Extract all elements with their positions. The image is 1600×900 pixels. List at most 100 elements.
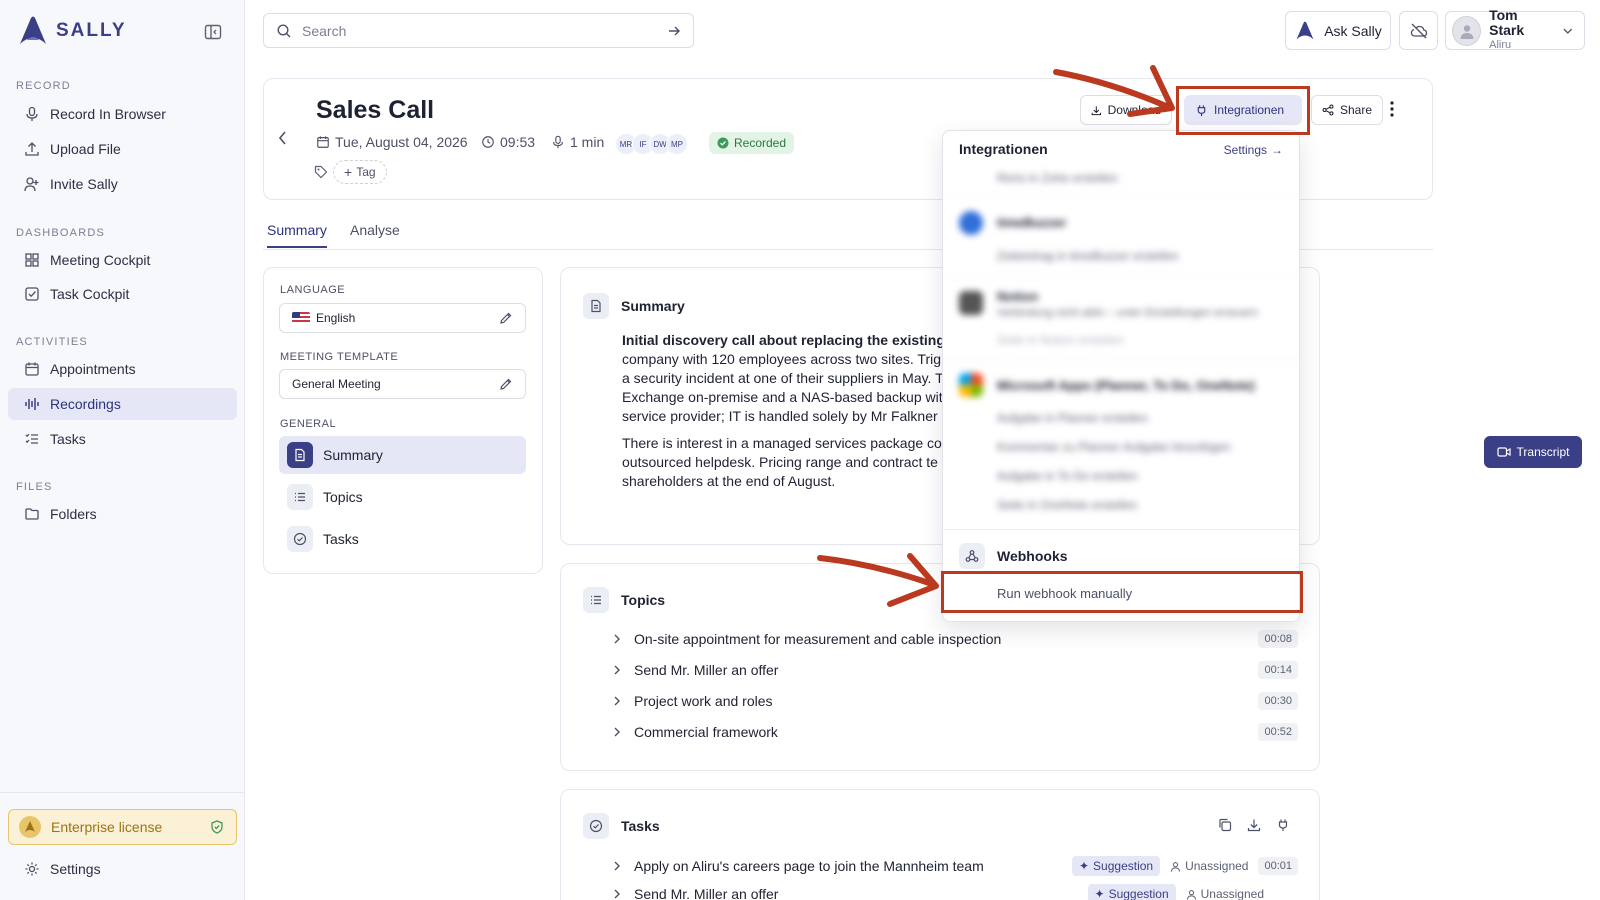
app-name: SALLY [56,20,127,41]
task-timestamp[interactable]: 00:01 [1258,857,1298,875]
highlight-box-integrations [1176,86,1310,135]
microsoft-icon [959,373,983,397]
sidebar-item-meeting-cockpit[interactable]: Meeting Cockpit [8,244,237,276]
section-label-activities: ACTIVITIES [16,336,88,348]
share-button[interactable]: Share [1311,95,1383,125]
pencil-icon[interactable] [499,377,513,391]
plus-icon: + [344,164,353,180]
integration-group-name: timeBuzzer [997,215,1067,230]
user-company: Aliru [1489,39,1512,51]
tab-analyse[interactable]: Analyse [350,222,400,246]
integration-action[interactable]: Aufgabe in Planner erstellen [997,411,1148,425]
divider [943,529,1299,530]
search-input[interactable] [302,22,657,39]
sidebar-item-upload-file[interactable]: Upload File [8,133,237,165]
chevron-right-icon [614,861,620,871]
sidebar-item-appointments[interactable]: Appointments [8,353,237,385]
topic-label: Send Mr. Miller an offer [634,662,779,678]
divider [943,195,1299,196]
topic-row[interactable]: Send Mr. Miller an offer 00:14 [612,658,1298,682]
sidebar-item-tasks[interactable]: Tasks [8,423,237,455]
sidebar-item-folders[interactable]: Folders [8,498,237,530]
summary-line: company with 120 employees across two si… [622,351,942,367]
app-logo[interactable]: SALLY [16,14,127,48]
divider [943,361,1299,362]
assignee[interactable]: Unassigned [1186,887,1264,900]
topic-timestamp[interactable]: 00:52 [1258,723,1298,741]
transcript-button[interactable]: Transcript [1484,436,1582,468]
cloud-off-button[interactable] [1399,11,1438,50]
participant-avatars[interactable]: MR IF DW MP [615,133,688,155]
integration-action[interactable]: Seite in OneNote erstellen [997,498,1137,512]
language-value: English [316,311,356,325]
search-bar[interactable] [263,13,694,48]
sidebar-item-record-in-browser[interactable]: Record In Browser [8,98,237,130]
sidebar-item-invite-sally[interactable]: Invite Sally [8,168,237,200]
tasks-card-title: Tasks [621,818,660,834]
ask-sally-button[interactable]: Ask Sally [1285,11,1391,50]
integration-action[interactable]: Kommentar zu Planner-Aufgabe hinzufügen [997,440,1230,454]
ask-sally-label: Ask Sally [1324,22,1382,39]
topic-timestamp[interactable]: 00:14 [1258,661,1298,679]
assignee-label: Unassigned [1200,887,1264,900]
language-select[interactable]: English [279,303,526,333]
section-nav-topics[interactable]: Topics [279,478,526,516]
arrow-right-icon[interactable] [667,24,681,38]
plug-icon[interactable] [1276,818,1290,832]
topic-row[interactable]: Commercial framework 00:52 [612,720,1298,744]
section-nav-summary[interactable]: Summary [279,436,526,474]
topics-card-header: Topics [583,587,665,613]
topic-row[interactable]: Project work and roles 00:30 [612,689,1298,713]
integration-action[interactable]: Zeiteintrag in timeBuzzer erstellen [997,249,1178,263]
topic-row[interactable]: On-site appointment for measurement and … [612,627,1298,651]
user-icon [1186,889,1196,900]
user-icon [1460,24,1474,39]
assignee[interactable]: Unassigned [1170,859,1248,873]
sidebar-item-label: Settings [50,861,101,877]
chevron-down-icon [1563,28,1573,34]
integrations-dropdown: Integrationen Settings → Rerio in Zohe e… [942,130,1300,622]
task-row[interactable]: Send Mr. Miller an offer ✦ Suggestion Una… [612,882,1298,900]
more-vertical-icon[interactable] [1386,99,1398,119]
add-tag-button[interactable]: + Tag [333,160,387,184]
task-label: Send Mr. Miller an offer [634,886,779,900]
summary-paragraph: There is interest in a managed services … [622,434,942,491]
back-chevron-icon[interactable] [277,130,289,146]
topic-timestamp[interactable]: 00:30 [1258,692,1298,710]
integration-action[interactable]: Rerio in Zohe erstellen [997,171,1118,185]
sidebar-item-task-cockpit[interactable]: Task Cockpit [8,278,237,310]
template-select[interactable]: General Meeting [279,369,526,399]
list-icon [287,484,313,510]
enterprise-license-badge[interactable]: Enterprise license [8,809,237,845]
chevron-right-icon [614,696,620,706]
download-icon[interactable] [1247,818,1261,832]
summary-card-header: Summary [583,293,685,319]
sidebar-item-label: Meeting Cockpit [50,252,151,268]
tasks-card-header: Tasks [583,813,660,839]
sidebar-collapse-icon[interactable] [204,24,222,40]
transcript-label: Transcript [1516,445,1570,459]
checklist-icon [25,433,38,444]
calendar-icon [317,136,329,148]
check-circle-icon [287,526,313,552]
sidebar: SALLY RECORD Record In Browser Upload Fi… [0,0,245,900]
dropdown-settings-link[interactable]: Settings → [1224,143,1283,157]
summary-line: There is interest in a managed services … [622,435,942,451]
integration-action[interactable]: Seite in Notion erstellen [997,333,1124,347]
section-label-record: RECORD [16,80,71,92]
task-row[interactable]: Apply on Aliru's careers page to join th… [612,854,1298,878]
checkbox-icon [25,287,39,301]
pencil-icon[interactable] [499,311,513,325]
topic-timestamp[interactable]: 00:08 [1258,630,1298,648]
check-circle-icon [717,137,729,149]
integration-action[interactable]: Aufgabe in To Do erstellen [997,469,1138,483]
tab-summary[interactable]: Summary [267,222,327,248]
template-value: General Meeting [292,377,381,391]
integration-action: Verbindung nicht aktiv – unter Einstellu… [997,307,1259,319]
sidebar-item-settings[interactable]: Settings [8,853,237,885]
user-menu[interactable]: Tom Stark Aliru [1445,8,1585,51]
search-icon [277,23,291,37]
copy-icon[interactable] [1218,818,1232,832]
section-nav-tasks[interactable]: Tasks [279,520,526,558]
sidebar-item-recordings[interactable]: Recordings [8,388,237,420]
